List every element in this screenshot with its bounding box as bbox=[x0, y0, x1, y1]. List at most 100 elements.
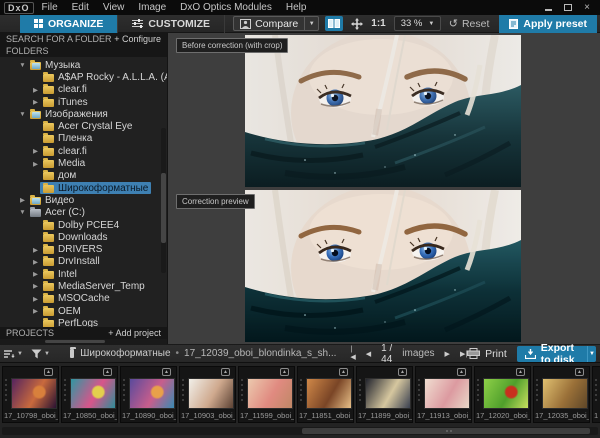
tree-item-highlight[interactable]: OEM bbox=[40, 305, 84, 317]
tree-item[interactable]: ▼Acer (C:) bbox=[0, 207, 167, 219]
tree-item-highlight[interactable]: Media bbox=[40, 158, 88, 170]
tree-item-highlight[interactable]: DRIVERS bbox=[40, 244, 105, 256]
rating-dots[interactable] bbox=[300, 379, 302, 401]
zoom-1to1-button[interactable]: 1:1 bbox=[371, 18, 385, 29]
menu-item[interactable]: View bbox=[103, 2, 125, 13]
tree-item[interactable]: ▶MSOCache bbox=[0, 293, 167, 305]
export-dropdown[interactable]: ▼ bbox=[587, 346, 596, 362]
tree-item-highlight[interactable]: Широкоформатные bbox=[40, 182, 151, 194]
rating-dots[interactable] bbox=[64, 379, 66, 401]
zoom-level-select[interactable]: 33 % ▼ bbox=[394, 16, 442, 31]
tree-item-highlight[interactable]: дом bbox=[40, 170, 79, 182]
filter-button[interactable]: ▼ bbox=[31, 349, 50, 359]
export-to-disk-button[interactable]: Export to disk ▼ bbox=[517, 346, 596, 362]
tree-item[interactable]: ▼Изображения bbox=[0, 108, 167, 120]
menu-item[interactable]: Edit bbox=[72, 2, 89, 13]
sort-button[interactable]: ▼ bbox=[4, 349, 23, 359]
last-image-button[interactable]: ▶| bbox=[460, 350, 467, 358]
tree-item[interactable]: ▶iTunes bbox=[0, 96, 167, 108]
tree-item-highlight[interactable]: A$AP Rocky - A.L.L.A. (At Long Last A bbox=[40, 71, 167, 83]
tree-item-highlight[interactable]: Пленка bbox=[40, 133, 95, 145]
rating-dots[interactable] bbox=[241, 379, 243, 401]
tree-item[interactable]: PerfLogs bbox=[0, 317, 167, 327]
tree-item[interactable]: Широкоформатные bbox=[0, 182, 167, 194]
close-icon[interactable]: × bbox=[584, 3, 590, 13]
current-folder-label[interactable]: Широкоформатные bbox=[80, 348, 170, 359]
apply-preset-button[interactable]: Apply preset bbox=[499, 15, 597, 33]
next-image-button[interactable]: ▶ bbox=[445, 350, 450, 358]
expander-closed-icon[interactable]: ▶ bbox=[18, 196, 27, 204]
previous-image-button[interactable]: ◀ bbox=[366, 350, 371, 358]
rating-dots[interactable] bbox=[477, 379, 479, 401]
tree-item[interactable]: ▶clear.fi bbox=[0, 145, 167, 157]
rating-dots[interactable] bbox=[536, 379, 538, 401]
expander-closed-icon[interactable]: ▶ bbox=[31, 98, 40, 106]
rating-dots[interactable] bbox=[595, 379, 597, 401]
tree-item[interactable]: ▶OEM bbox=[0, 305, 167, 317]
rating-dots[interactable] bbox=[5, 379, 7, 401]
tree-item[interactable]: Dolby PCEE4 bbox=[0, 219, 167, 231]
thumbnail-image[interactable] bbox=[542, 378, 588, 409]
expander-closed-icon[interactable]: ▶ bbox=[31, 258, 40, 266]
current-file-label[interactable]: 17_12039_oboi_blondinka_s_sh... bbox=[184, 348, 336, 359]
tree-item-highlight[interactable]: MediaServer_Temp bbox=[40, 280, 148, 292]
expander-closed-icon[interactable]: ▶ bbox=[31, 282, 40, 290]
expander-closed-icon[interactable]: ▶ bbox=[31, 295, 40, 303]
first-image-button[interactable]: |◀ bbox=[350, 346, 355, 361]
tree-item[interactable]: дом bbox=[0, 170, 167, 182]
filmstrip-scrollbar[interactable] bbox=[2, 427, 598, 435]
expander-closed-icon[interactable]: ▶ bbox=[31, 307, 40, 315]
expander-closed-icon[interactable]: ▶ bbox=[31, 160, 40, 168]
scrollbar-thumb[interactable] bbox=[161, 173, 166, 243]
thumbnail-cell[interactable]: ▲17_10798_oboi_pe... bbox=[2, 366, 59, 423]
tree-item-highlight[interactable]: Изображения bbox=[27, 108, 111, 120]
tree-item[interactable]: ▼Музыка bbox=[0, 59, 167, 71]
before-correction-image[interactable] bbox=[245, 35, 521, 187]
tree-item-highlight[interactable]: Downloads bbox=[40, 231, 110, 243]
menu-item[interactable]: Help bbox=[286, 2, 307, 13]
tree-item[interactable]: ▶DrvInstall bbox=[0, 256, 167, 268]
thumbnail-cell[interactable]: ▲17_10850_oboi_de... bbox=[61, 366, 118, 423]
rating-dots[interactable] bbox=[182, 379, 184, 401]
minimize-icon[interactable] bbox=[545, 4, 552, 11]
thumbnail-cell[interactable]: ▲17_11899_oboi_je... bbox=[356, 366, 413, 423]
tree-item[interactable]: ▶DRIVERS bbox=[0, 243, 167, 255]
compare-dropdown[interactable]: ▼ bbox=[305, 16, 319, 31]
compare-button[interactable]: Compare bbox=[233, 16, 305, 31]
tab-organize[interactable]: ORGANIZE bbox=[20, 15, 117, 33]
tree-item[interactable]: ▶Видео bbox=[0, 194, 167, 206]
thumbnail-cell[interactable]: ▲17_10903_oboi_si... bbox=[179, 366, 236, 423]
pan-tool-button[interactable] bbox=[349, 16, 365, 31]
rating-dots[interactable] bbox=[418, 379, 420, 401]
expander-open-icon[interactable]: ▼ bbox=[18, 209, 27, 216]
tab-customize[interactable]: CUSTOMIZE bbox=[117, 15, 225, 33]
tree-item-highlight[interactable]: MSOCache bbox=[40, 293, 113, 305]
tree-item-highlight[interactable]: Acer Crystal Eye bbox=[40, 121, 135, 133]
tree-item[interactable]: A$AP Rocky - A.L.L.A. (At Long Last A bbox=[0, 71, 167, 83]
reset-button[interactable]: ↺ Reset bbox=[449, 18, 490, 30]
scrollbar-thumb[interactable] bbox=[302, 428, 590, 434]
thumbnail-image[interactable] bbox=[365, 378, 411, 409]
tree-item-highlight[interactable]: iTunes bbox=[40, 96, 91, 108]
tree-item-highlight[interactable]: DrvInstall bbox=[40, 256, 103, 268]
maximize-icon[interactable] bbox=[564, 4, 572, 11]
thumbnail-image[interactable] bbox=[247, 378, 293, 409]
expander-closed-icon[interactable]: ▶ bbox=[31, 86, 40, 94]
thumbnail-image[interactable] bbox=[188, 378, 234, 409]
scrollbar-thumb[interactable] bbox=[45, 340, 105, 343]
tree-item-highlight[interactable]: Acer (C:) bbox=[27, 207, 88, 219]
menu-item[interactable]: File bbox=[42, 2, 58, 13]
expander-open-icon[interactable]: ▼ bbox=[18, 62, 27, 69]
tree-item[interactable]: Downloads bbox=[0, 231, 167, 243]
tree-item-highlight[interactable]: PerfLogs bbox=[40, 317, 101, 327]
thumbnail-image[interactable] bbox=[70, 378, 116, 409]
correction-preview-image[interactable] bbox=[245, 190, 521, 342]
thumbnail-cell[interactable]: ▲17_12035_oboi_kra... bbox=[533, 366, 590, 423]
split-view-button[interactable] bbox=[325, 16, 343, 31]
thumbnail-cell[interactable]: ▲1 bbox=[592, 366, 600, 423]
tree-horizontal-scrollbar[interactable] bbox=[0, 339, 167, 344]
tree-item-highlight[interactable]: Dolby PCEE4 bbox=[40, 219, 122, 231]
thumbnail-cell[interactable]: ▲17_11599_oboi_se... bbox=[238, 366, 295, 423]
thumbnail-image[interactable] bbox=[306, 378, 352, 409]
thumbnail-image[interactable] bbox=[11, 378, 57, 409]
